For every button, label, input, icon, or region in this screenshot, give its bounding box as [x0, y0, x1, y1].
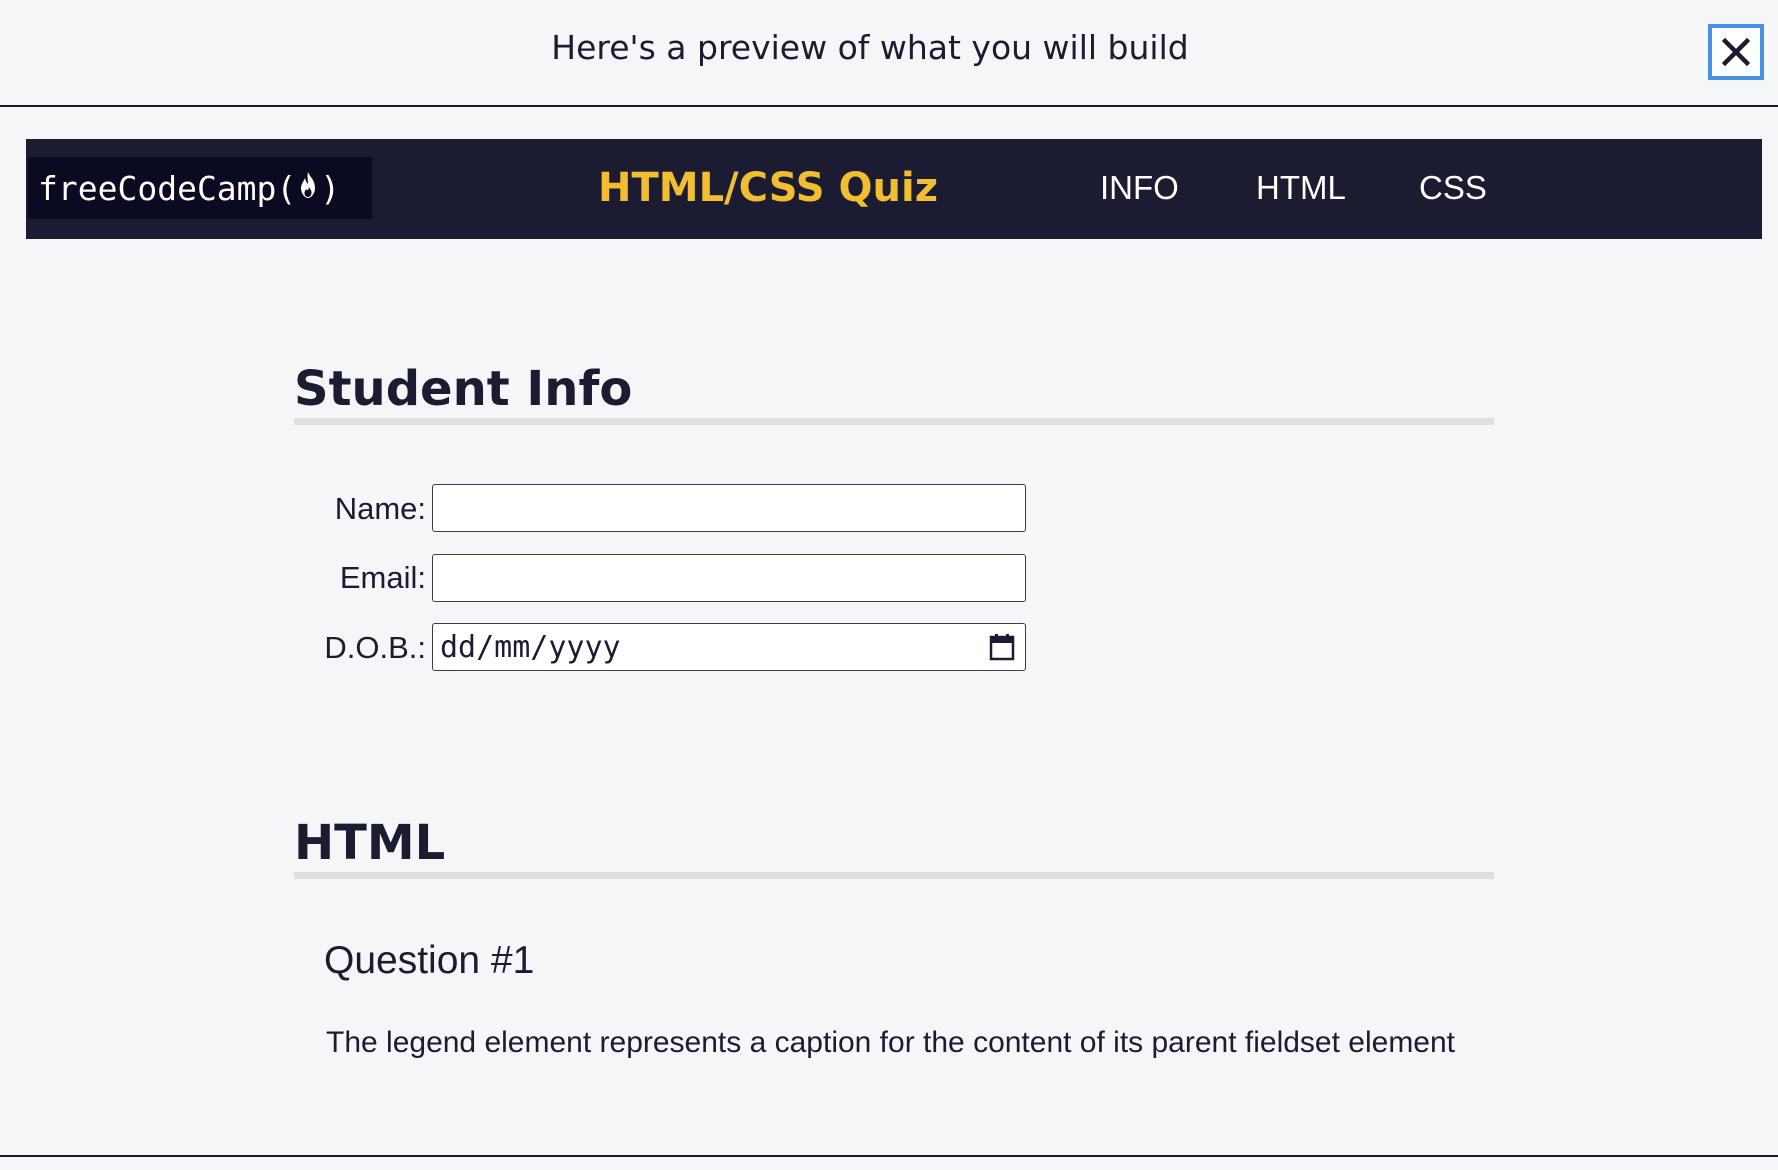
navbar: freeCodeCamp() HTML/CSS Quiz INFO HTML C… — [26, 139, 1762, 239]
student-info-heading: Student Info — [294, 361, 1494, 425]
close-icon — [1722, 38, 1750, 66]
logo-text-end: ) — [320, 168, 341, 208]
nav-link-html[interactable]: HTML — [1256, 169, 1346, 207]
name-input[interactable] — [432, 484, 1026, 532]
nav-link-css[interactable]: CSS — [1419, 169, 1487, 207]
preview-frame: freeCodeCamp() HTML/CSS Quiz INFO HTML C… — [26, 139, 1762, 1127]
flame-icon — [297, 169, 319, 208]
html-section-heading: HTML — [294, 815, 1494, 879]
name-label: Name: — [334, 491, 426, 526]
modal-bottom-divider — [0, 1155, 1778, 1157]
modal-title: Here's a preview of what you will build — [551, 28, 1189, 67]
modal-header: Here's a preview of what you will build — [0, 0, 1778, 107]
dob-label: D.O.B.: — [324, 630, 426, 665]
nav-link-info[interactable]: INFO — [1100, 169, 1179, 207]
logo-text: freeCodeCamp( — [38, 168, 297, 208]
email-input[interactable] — [432, 554, 1026, 602]
calendar-icon[interactable] — [989, 633, 1015, 666]
freecodecamp-logo[interactable]: freeCodeCamp() — [28, 157, 372, 219]
email-label: Email: — [339, 560, 426, 595]
close-button[interactable] — [1708, 24, 1764, 80]
question-title: Question #1 — [324, 939, 535, 982]
dob-placeholder: dd/mm/yyyy — [440, 629, 621, 665]
dob-input[interactable]: dd/mm/yyyy — [432, 623, 1026, 671]
page-title: HTML/CSS Quiz — [598, 165, 938, 211]
question-text: The legend element represents a caption … — [326, 1026, 1456, 1059]
